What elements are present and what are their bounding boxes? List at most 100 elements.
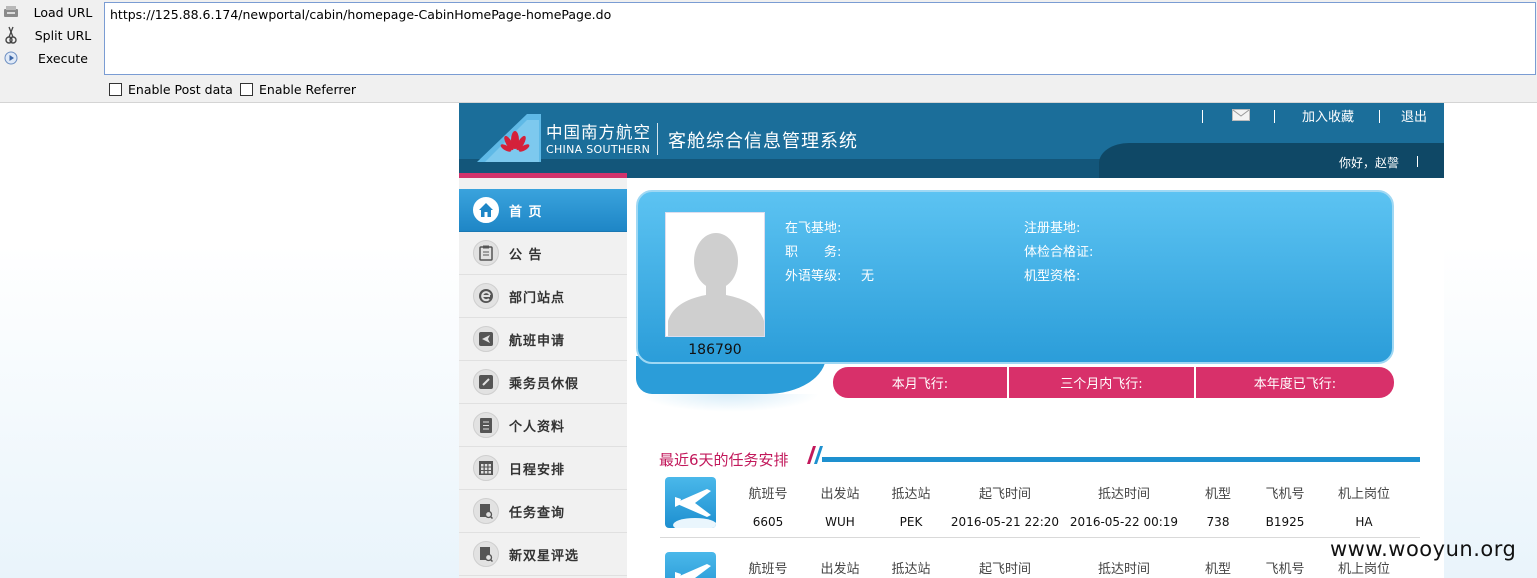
- sidebar-item-notice[interactable]: 公 告: [459, 232, 627, 275]
- enable-referrer-label: Enable Referrer: [259, 82, 357, 97]
- logout-link[interactable]: 退出: [1401, 106, 1427, 125]
- profile-card-shadow: [640, 394, 820, 412]
- stat-year: 本年度已飞行:: [1196, 367, 1394, 398]
- registration-base-label: 注册基地:: [1024, 221, 1081, 236]
- sidebar-item-label: 部门站点: [509, 290, 566, 306]
- load-url-label: Load URL: [33, 4, 93, 20]
- document-icon: [473, 412, 499, 438]
- sidebar-item-department-site[interactable]: 部门站点: [459, 275, 627, 318]
- greeting-divider: [1417, 156, 1418, 167]
- column-header: 航班号: [748, 562, 788, 577]
- sidebar-item-personal-info[interactable]: 个人资料: [459, 404, 627, 447]
- load-url-button[interactable]: Load URL: [2, 1, 100, 23]
- sidebar-accent-bar: [459, 173, 627, 178]
- column-header: 机型: [1204, 562, 1231, 577]
- brand-name-en: CHINA SOUTHERN: [546, 143, 651, 156]
- top-divider: [1379, 110, 1380, 123]
- column-header: 抵达站: [891, 487, 931, 502]
- enable-post-checkbox[interactable]: Enable Post data: [109, 82, 233, 97]
- stat-three-months: 三个月内飞行:: [1009, 367, 1196, 398]
- column-header: 抵达站: [891, 562, 931, 577]
- sidebar-item-label: 日程安排: [509, 462, 566, 478]
- departure-cell: WUH: [825, 515, 855, 529]
- column-header: 抵达时间: [1097, 487, 1150, 502]
- sidebar-item-label: 首 页: [509, 204, 543, 220]
- sidebar-item-task-query[interactable]: 任务查询: [459, 490, 627, 533]
- top-divider: [1274, 110, 1275, 123]
- language-level-value: 无: [861, 269, 875, 284]
- split-url-label: Split URL: [34, 27, 92, 43]
- checkbox-box[interactable]: [109, 83, 122, 96]
- section-divider: [822, 457, 1420, 462]
- enable-post-label: Enable Post data: [128, 82, 233, 97]
- flight-row-icon: [665, 552, 716, 578]
- aircraft-qualification-label: 机型资格:: [1024, 269, 1081, 284]
- brand-name-cn: 中国南方航空: [546, 123, 651, 142]
- top-divider: [1202, 110, 1203, 123]
- scissors-icon: [2, 26, 20, 44]
- column-header: 飞机号: [1265, 487, 1305, 502]
- sidebar-item-star-selection[interactable]: 新双星评选: [459, 533, 627, 576]
- language-level-label: 外语等级:: [785, 269, 842, 284]
- search-doc-icon: [473, 498, 499, 524]
- add-favorite-link[interactable]: 加入收藏: [1302, 106, 1354, 125]
- execute-label: Execute: [38, 50, 88, 66]
- calendar-icon: [473, 455, 499, 481]
- onboard-position-cell: HA: [1355, 515, 1373, 529]
- task-section-title: 最近6天的任务安排: [659, 451, 789, 469]
- row-divider: [660, 537, 1420, 538]
- employee-id: 186790: [688, 342, 742, 358]
- flight-number-cell: 6605: [752, 515, 784, 529]
- column-header: 起飞时间: [978, 562, 1031, 577]
- column-header: 出发站: [820, 562, 860, 577]
- medical-certificate-label: 体检合格证:: [1024, 245, 1094, 260]
- sidebar-item-home[interactable]: 首 页: [459, 189, 627, 232]
- column-header: 机上岗位: [1337, 487, 1390, 502]
- takeoff-time-cell: 2016-05-21 22:20: [950, 515, 1060, 529]
- sidebar-item-label: 新双星评选: [509, 548, 580, 564]
- column-header: 飞机号: [1265, 562, 1305, 577]
- watermark: www.wooyun.org: [1330, 537, 1517, 561]
- column-header: 抵达时间: [1097, 562, 1150, 577]
- arrival-cell: PEK: [899, 515, 923, 529]
- sidebar: 首 页 公 告 部门站点 航班申请 乘务员休假 个人资料 日程安排 任务查询 新…: [459, 173, 627, 578]
- sidebar-item-flight-application[interactable]: 航班申请: [459, 318, 627, 361]
- brand-divider: [657, 123, 658, 155]
- search-doc-icon: [473, 541, 499, 567]
- flight-row-icon: [665, 477, 716, 528]
- sidebar-item-label: 乘务员休假: [509, 376, 580, 392]
- hackbar-toolbar: Load URL Split URL Execute Enable Post d…: [0, 0, 1537, 103]
- column-header: 航班号: [748, 487, 788, 502]
- checkbox-box[interactable]: [240, 83, 253, 96]
- play-icon: [2, 49, 20, 67]
- sidebar-item-label: 公 告: [509, 247, 543, 263]
- column-header: 起飞时间: [978, 487, 1031, 502]
- aircraft-type-cell: 738: [1206, 515, 1230, 529]
- arrival-time-cell: 2016-05-22 00:19: [1069, 515, 1179, 529]
- china-southern-logo-icon: [475, 112, 541, 162]
- home-icon: [473, 197, 499, 223]
- execute-button[interactable]: Execute: [2, 47, 100, 69]
- sidebar-item-schedule[interactable]: 日程安排: [459, 447, 627, 490]
- split-url-button[interactable]: Split URL: [2, 24, 100, 46]
- sidebar-item-label: 航班申请: [509, 333, 566, 349]
- base-label: 在飞基地:: [785, 221, 842, 236]
- flight-icon: [473, 326, 499, 352]
- column-header: 出发站: [820, 487, 860, 502]
- url-input[interactable]: [104, 2, 1536, 75]
- position-label: 职 务:: [785, 245, 842, 260]
- sidebar-item-label: 任务查询: [509, 505, 566, 521]
- flight-stats-bar: 本月飞行: 三个月内飞行: 本年度已飞行:: [833, 367, 1394, 398]
- enable-referrer-checkbox[interactable]: Enable Referrer: [240, 82, 356, 97]
- sidebar-item-label: 个人资料: [509, 419, 566, 435]
- mail-icon[interactable]: [1232, 109, 1250, 121]
- system-title: 客舱综合信息管理系统: [668, 131, 858, 152]
- portal-header: 中国南方航空 CHINA SOUTHERN 客舱综合信息管理系统 加入收藏 退出…: [459, 103, 1444, 178]
- ie-icon: [473, 283, 499, 309]
- column-header: 机型: [1204, 487, 1231, 502]
- clipboard-icon: [473, 240, 499, 266]
- sidebar-item-crew-leave[interactable]: 乘务员休假: [459, 361, 627, 404]
- aircraft-number-cell: B1925: [1265, 515, 1305, 529]
- user-greeting: 你好，赵謦: [1339, 156, 1400, 170]
- link-icon: [473, 369, 499, 395]
